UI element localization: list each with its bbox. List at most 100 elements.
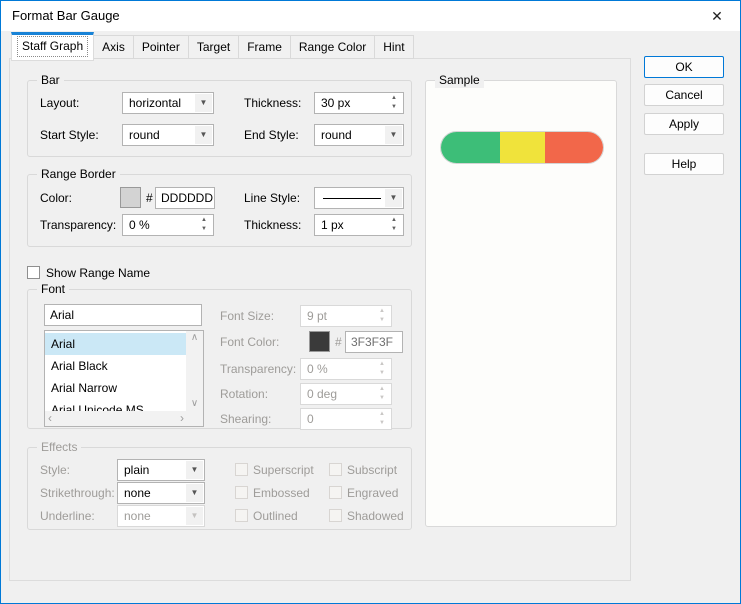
style-dropdown-button[interactable]: ▼ [186,461,203,479]
font-name-input[interactable] [44,304,202,326]
bar-group-legend: Bar [37,73,64,88]
style-dropdown[interactable]: plain ▼ [117,459,205,481]
font-transparency-label: Transparency: [220,358,296,380]
tab-range-color[interactable]: Range Color [290,35,375,59]
spinner-buttons[interactable]: ▲▼ [196,216,212,234]
font-list-vertical-scrollbar[interactable]: ∧ ∨ [186,331,203,411]
border-thickness-spinner[interactable]: 1 px ▲▼ [314,214,404,236]
spin-down-icon: ▼ [386,103,402,112]
bar-thickness-label: Thickness: [244,92,301,114]
start-style-value: round [129,125,160,145]
rotation-spinner: 0 deg ▲▼ [300,383,392,405]
sample-group: Sample [425,80,617,527]
shadowed-label: Shadowed [347,505,404,527]
font-size-spinner: 9 pt ▲▼ [300,305,392,327]
embossed-label: Embossed [253,482,310,504]
spin-up-icon: ▲ [386,216,402,225]
spinner-buttons[interactable]: ▲▼ [386,216,402,234]
layout-label: Layout: [40,92,79,114]
chevron-down-icon: ▼ [195,126,212,144]
start-style-dropdown-button[interactable]: ▼ [195,126,212,144]
spinner-buttons[interactable]: ▲▼ [386,94,402,112]
font-color-hex-input[interactable] [345,331,403,353]
bar-thickness-spinner[interactable]: 30 px ▲▼ [314,92,404,114]
superscript-checkbox [235,463,248,476]
font-list[interactable]: Arial Arial Black Arial Narrow Arial Uni… [44,330,204,427]
close-icon[interactable]: ✕ [700,1,734,31]
tab-frame[interactable]: Frame [238,35,291,59]
chevron-down-icon: ▼ [385,126,402,144]
font-color-swatch[interactable] [309,331,330,352]
strikethrough-label: Strikethrough: [40,482,115,504]
spinner-buttons: ▲▼ [374,385,390,403]
spinner-buttons: ▲▼ [374,307,390,325]
layout-dropdown[interactable]: horizontal ▼ [122,92,214,114]
scroll-down-icon[interactable]: ∨ [186,397,203,411]
spin-up-icon: ▲ [374,307,390,316]
tab-target[interactable]: Target [188,35,239,59]
font-transparency-value: 0 % [307,359,328,379]
border-transparency-value: 0 % [129,215,150,235]
cancel-button[interactable]: Cancel [644,84,724,106]
scroll-up-icon[interactable]: ∧ [186,331,203,345]
chevron-down-icon: ▼ [186,461,203,479]
spinner-buttons: ▲▼ [374,410,390,428]
line-style-dropdown[interactable]: ▼ [314,187,404,209]
scroll-right-icon[interactable]: › [180,411,184,425]
range-border-group: Range Border [27,174,412,247]
start-style-dropdown[interactable]: round ▼ [122,124,214,146]
shearing-label: Shearing: [220,408,271,430]
font-list-horizontal-scrollbar[interactable]: ‹ › [45,411,203,426]
ok-button[interactable]: OK [644,56,724,78]
border-color-swatch[interactable] [120,187,141,208]
line-style-label: Line Style: [244,187,300,209]
end-style-dropdown-button[interactable]: ▼ [385,126,402,144]
font-size-label: Font Size: [220,305,274,327]
superscript-label: Superscript [253,459,314,481]
show-range-name-checkbox[interactable] [27,266,40,279]
format-bar-gauge-dialog: Format Bar Gauge ✕ Staff Graph Axis Poin… [0,0,741,604]
spin-up-icon: ▲ [374,385,390,394]
chevron-down-icon: ▼ [385,189,402,207]
font-list-item-selected[interactable]: Arial [45,333,186,355]
underline-label: Underline: [40,505,95,527]
strikethrough-dropdown-button[interactable]: ▼ [186,484,203,502]
border-color-hex-input[interactable] [155,187,215,209]
tab-hint[interactable]: Hint [374,35,413,59]
font-list-item[interactable]: Arial Black [45,355,186,377]
tab-label: Target [197,40,230,54]
line-style-dropdown-button[interactable]: ▼ [385,189,402,207]
end-style-dropdown[interactable]: round ▼ [314,124,404,146]
border-transparency-label: Transparency: [40,214,116,236]
border-transparency-spinner[interactable]: 0 % ▲▼ [122,214,214,236]
scroll-left-icon[interactable]: ‹ [48,411,52,425]
show-range-name-label[interactable]: Show Range Name [46,262,150,284]
range-border-group-legend: Range Border [37,167,120,182]
subscript-checkbox [329,463,342,476]
spin-up-icon: ▲ [374,360,390,369]
layout-dropdown-button[interactable]: ▼ [195,94,212,112]
apply-button[interactable]: Apply [644,113,724,135]
font-list-item[interactable]: Arial Narrow [45,377,186,399]
help-button[interactable]: Help [644,153,724,175]
strikethrough-value: none [124,483,151,503]
tab-label: Axis [102,40,125,54]
tab-label: Hint [383,40,404,54]
engraved-label: Engraved [347,482,398,504]
chevron-down-icon: ▼ [186,507,203,525]
spin-up-icon: ▲ [374,410,390,419]
tab-staff-graph[interactable]: Staff Graph [11,32,94,61]
font-list-items: Arial Arial Black Arial Narrow Arial Uni… [45,333,186,421]
end-style-label: End Style: [244,124,299,146]
sample-segment-yellow [500,132,544,163]
underline-dropdown: none ▼ [117,505,205,527]
start-style-label: Start Style: [40,124,99,146]
shadowed-checkbox [329,509,342,522]
rotation-value: 0 deg [307,384,337,404]
tab-pointer[interactable]: Pointer [133,35,189,59]
chevron-down-icon: ▼ [186,484,203,502]
strikethrough-dropdown[interactable]: none ▼ [117,482,205,504]
tab-axis[interactable]: Axis [93,35,134,59]
sample-segment-red [545,132,603,163]
style-value: plain [124,460,149,480]
